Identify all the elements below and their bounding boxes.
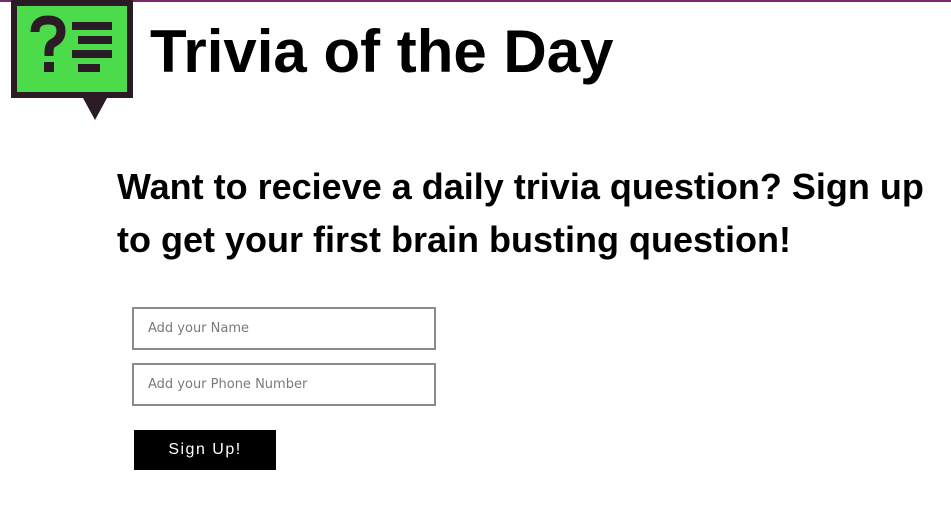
page: Trivia of the Day Want to recieve a dail… — [0, 0, 951, 531]
signup-headline: Want to recieve a daily trivia question?… — [117, 166, 924, 260]
list-line-icon-4 — [78, 64, 100, 72]
site-title: Trivia of the Day — [150, 18, 614, 85]
top-border — [0, 0, 951, 2]
list-line-icon-2 — [78, 36, 112, 44]
sign-up-button[interactable]: Sign Up! — [134, 430, 276, 470]
trivia-logo-icon — [11, 0, 133, 120]
signup-form: Sign Up! — [132, 307, 442, 470]
question-mark-dot — [44, 62, 54, 72]
name-input[interactable] — [132, 307, 436, 350]
speech-bubble-fill — [17, 6, 127, 92]
list-line-icon-3 — [72, 50, 112, 58]
list-line-icon-1 — [72, 22, 112, 30]
phone-input[interactable] — [132, 363, 436, 406]
